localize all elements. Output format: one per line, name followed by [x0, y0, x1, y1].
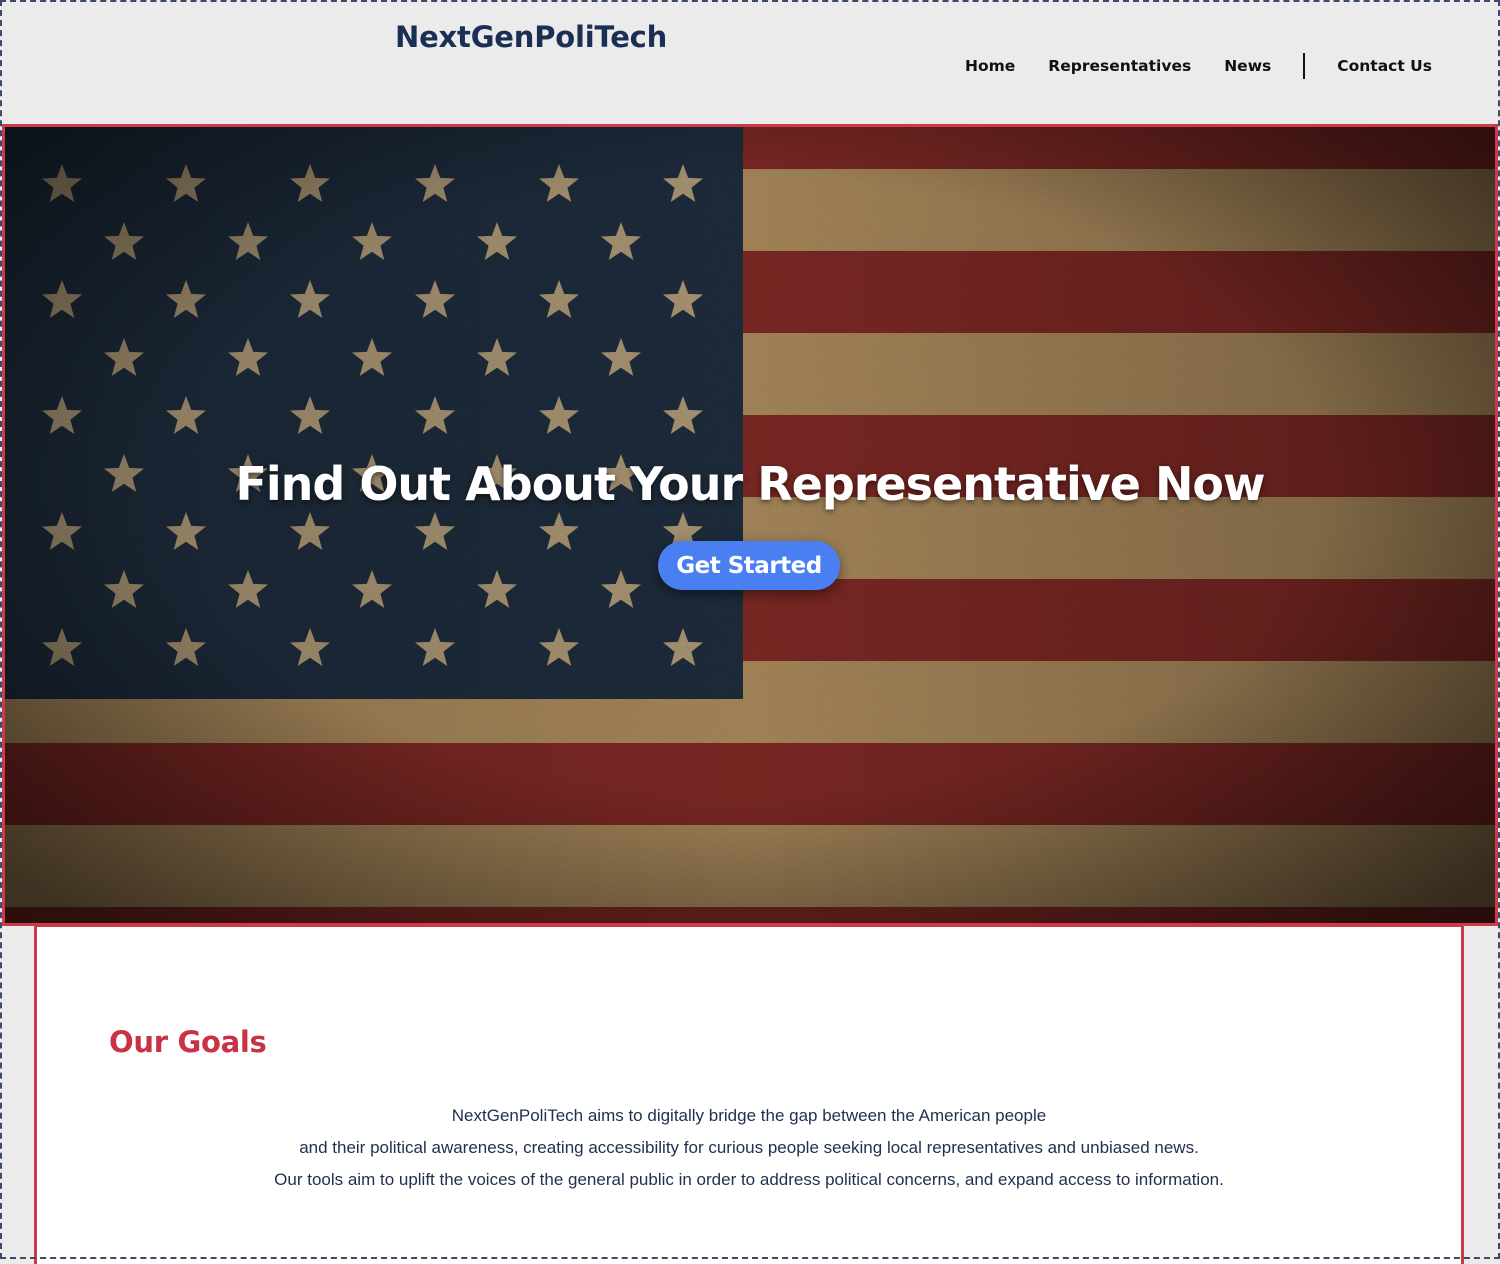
goals-line: and their political awareness, creating …: [299, 1138, 1199, 1157]
goals-description: NextGenPoliTech aims to digitally bridge…: [37, 1100, 1461, 1196]
main-nav: Home Representatives News Contact Us: [932, 52, 1432, 80]
nav-contact-link[interactable]: Contact Us: [1337, 57, 1432, 75]
brand-logo-text[interactable]: NextGenPoliTech: [395, 20, 667, 54]
get-started-button[interactable]: Get Started: [658, 541, 840, 590]
goals-heading: Our Goals: [109, 1025, 267, 1059]
nav-representatives-link[interactable]: Representatives: [1048, 57, 1191, 75]
goals-line: Our tools aim to uplift the voices of th…: [274, 1170, 1224, 1189]
flag-background-image: [5, 127, 1495, 923]
goals-line: NextGenPoliTech aims to digitally bridge…: [451, 1106, 1047, 1125]
nav-news-link[interactable]: News: [1224, 57, 1271, 75]
hero-title: Find Out About Your Representative Now: [235, 457, 1265, 511]
nav-home-link[interactable]: Home: [965, 57, 1015, 75]
nav-divider: [1303, 53, 1306, 79]
hero-banner: Find Out About Your Representative Now G…: [2, 124, 1498, 926]
site-header: NextGenPoliTech Home Representatives New…: [2, 2, 1498, 124]
goals-section: Our Goals NextGenPoliTech aims to digita…: [34, 924, 1464, 1264]
